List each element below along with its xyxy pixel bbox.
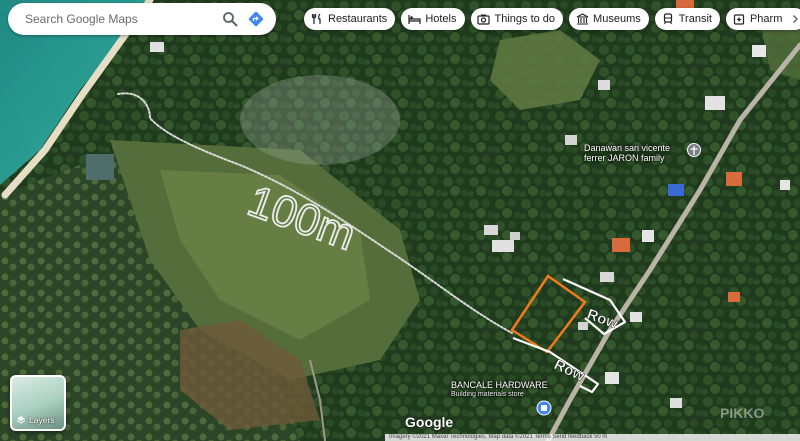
search-icon[interactable] — [220, 9, 240, 29]
chip-hotels[interactable]: Hotels — [401, 8, 465, 30]
category-chips: Restaurants Hotels Things to do Museums … — [304, 8, 800, 30]
chip-restaurants[interactable]: Restaurants — [304, 8, 396, 30]
search-box[interactable] — [8, 3, 276, 35]
chip-label: Hotels — [425, 13, 457, 25]
chip-museums[interactable]: Museums — [569, 8, 649, 30]
church-label-line1: Danawan san vicente — [584, 143, 671, 153]
layers-label: Layers — [29, 415, 55, 425]
camera-icon — [477, 12, 491, 26]
chip-things-to-do[interactable]: Things to do — [470, 8, 564, 30]
search-input[interactable] — [23, 11, 214, 27]
chip-label: Museums — [593, 13, 641, 25]
chip-pharmacy[interactable]: Pharm — [725, 8, 800, 30]
train-icon — [661, 12, 675, 26]
church-label[interactable]: Danawan san vicente ferrer JARON family — [584, 143, 670, 163]
church-label-line2: ferrer JARON family — [584, 153, 665, 163]
chip-label: Things to do — [494, 13, 556, 25]
chip-label: Restaurants — [328, 13, 388, 25]
chevron-right-icon[interactable] — [788, 12, 800, 26]
satellite-map[interactable]: 100m Row Row — [0, 0, 800, 441]
museum-icon — [575, 12, 589, 26]
google-logo: Google — [405, 414, 454, 430]
hardware-store-category: Building materials store — [451, 391, 524, 398]
chip-transit[interactable]: Transit — [654, 8, 720, 30]
chip-label: Pharm — [749, 13, 783, 25]
watermark: PIKKO — [720, 405, 765, 421]
hardware-store-marker[interactable] — [536, 400, 552, 416]
directions-icon[interactable] — [246, 9, 266, 29]
church-marker[interactable] — [687, 143, 701, 157]
chip-label: Transit — [678, 13, 712, 25]
layers-icon — [16, 415, 26, 425]
layers-button[interactable]: Layers — [10, 375, 66, 431]
attribution-bar[interactable]: Imagery ©2021 Maxar Technologies, Map da… — [385, 434, 800, 441]
fork-knife-icon — [310, 12, 324, 26]
bed-icon — [407, 12, 421, 26]
pharmacy-icon — [732, 12, 746, 26]
hardware-store-name: BANCALE HARDWARE — [451, 380, 548, 390]
hardware-store-label[interactable]: BANCALE HARDWARE Building materials stor… — [451, 380, 548, 400]
